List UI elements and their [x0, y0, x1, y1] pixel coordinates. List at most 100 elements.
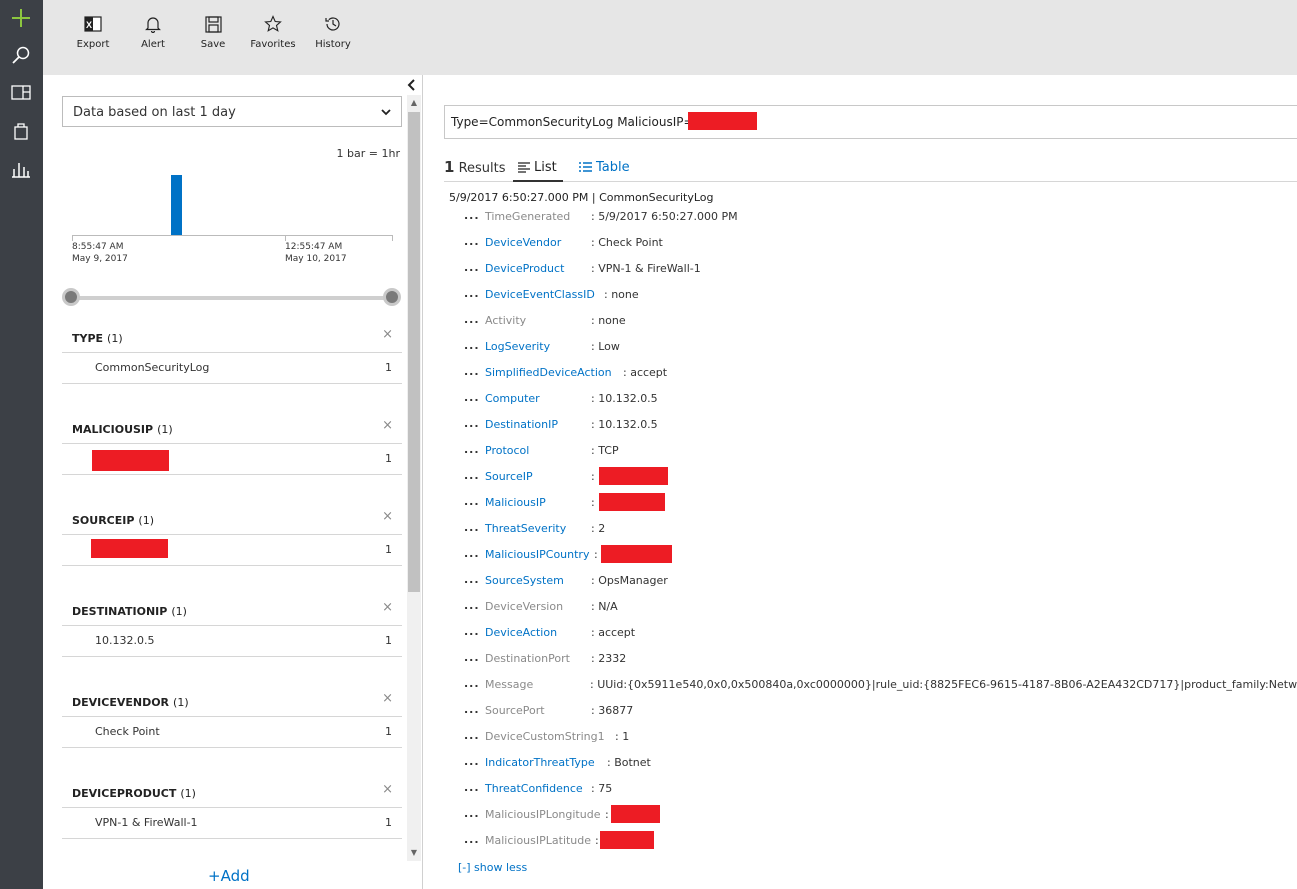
show-less-link[interactable]: [-] show less [458, 861, 527, 874]
more-options-icon[interactable]: ... [464, 651, 480, 664]
field-name[interactable]: MaliciousIP [485, 496, 546, 509]
redacted-value[interactable] [91, 539, 168, 558]
solutions-bag-icon[interactable] [9, 119, 33, 143]
x-end-time: 12:55:47 AM [285, 242, 343, 252]
slider-start-handle[interactable] [62, 288, 80, 306]
more-options-icon[interactable]: ... [464, 547, 480, 560]
time-range-dropdown[interactable]: Data based on last 1 day [62, 96, 402, 127]
facet-value[interactable]: Check Point [95, 725, 160, 738]
more-options-icon[interactable]: ... [464, 833, 480, 846]
export-button[interactable]: X Export [68, 13, 118, 50]
field-name[interactable]: SimplifiedDeviceAction [485, 366, 612, 379]
favorites-button[interactable]: Favorites [248, 13, 298, 50]
facet-value-count: 1 [385, 725, 392, 738]
filter-panel-scrollbar[interactable]: ▲ ▼ [407, 95, 421, 861]
field-name[interactable]: IndicatorThreatType [485, 756, 595, 769]
more-options-icon[interactable]: ... [464, 287, 480, 300]
tab-list[interactable]: List [518, 160, 557, 175]
field-name[interactable]: DeviceEventClassID [485, 288, 595, 301]
close-icon[interactable]: × [382, 691, 393, 706]
more-options-icon[interactable]: ... [464, 235, 480, 248]
more-options-icon[interactable]: ... [464, 261, 480, 274]
more-options-icon[interactable]: ... [464, 443, 480, 456]
field-name[interactable]: DeviceAction [485, 626, 557, 639]
scroll-thumb[interactable] [408, 112, 420, 592]
field-name[interactable]: DestinationIP [485, 418, 558, 431]
field-row: ... Activity: none [464, 313, 1297, 331]
more-options-icon[interactable]: ... [464, 365, 480, 378]
field-name[interactable]: ThreatSeverity [485, 522, 566, 535]
collapse-panel-button[interactable] [406, 78, 418, 92]
close-icon[interactable]: × [382, 418, 393, 433]
more-options-icon[interactable]: ... [464, 339, 480, 352]
results-label: Results [458, 161, 506, 176]
dashboard-icon[interactable] [9, 81, 33, 105]
field-name[interactable]: Protocol [485, 444, 529, 457]
more-options-icon[interactable]: ... [464, 391, 480, 404]
chart-icon[interactable] [9, 157, 33, 181]
more-options-icon[interactable]: ... [464, 677, 480, 690]
field-row: ... DestinationIP: 10.132.0.5 [464, 417, 1297, 435]
time-range-slider[interactable] [72, 296, 392, 300]
more-options-icon[interactable]: ... [464, 781, 480, 794]
more-options-icon[interactable]: ... [464, 209, 480, 222]
more-options-icon[interactable]: ... [464, 625, 480, 638]
close-icon[interactable]: × [382, 782, 393, 797]
alert-button[interactable]: Alert [128, 13, 178, 50]
more-options-icon[interactable]: ... [464, 313, 480, 326]
facet-count: (1) [180, 787, 196, 800]
more-options-icon[interactable]: ... [464, 807, 480, 820]
field-name[interactable]: DeviceVendor [485, 236, 561, 249]
more-options-icon[interactable]: ... [464, 521, 480, 534]
field-name[interactable]: MaliciousIPCountry [485, 548, 589, 561]
query-text: Type=CommonSecurityLog MaliciousIP=' [451, 115, 697, 129]
close-icon[interactable]: × [382, 509, 393, 524]
field-name[interactable]: Computer [485, 392, 540, 405]
facet-value[interactable]: VPN-1 & FireWall-1 [95, 816, 198, 829]
field-name[interactable]: SourceIP [485, 470, 533, 483]
redacted-value[interactable] [92, 450, 169, 471]
facet-value[interactable]: CommonSecurityLog [95, 361, 209, 374]
more-options-icon[interactable]: ... [464, 495, 480, 508]
more-options-icon[interactable]: ... [464, 417, 480, 430]
close-icon[interactable]: × [382, 327, 393, 342]
histogram-bar[interactable] [170, 175, 182, 235]
add-facet-button[interactable]: +Add [208, 867, 250, 885]
more-options-icon[interactable]: ... [464, 755, 480, 768]
field-value: : none [591, 314, 626, 327]
tab-table-label: Table [596, 160, 630, 175]
redacted-value [599, 467, 668, 485]
field-value: : [591, 470, 595, 483]
more-options-icon[interactable]: ... [464, 573, 480, 586]
svg-text:X: X [86, 20, 92, 30]
facet-value[interactable]: 10.132.0.5 [95, 634, 154, 647]
list-icon [518, 162, 530, 173]
scroll-up-icon[interactable]: ▲ [408, 97, 420, 109]
field-name[interactable]: DeviceProduct [485, 262, 564, 275]
facet-title: DEVICEVENDOR [72, 696, 170, 709]
facet-title: MALICIOUSIP [72, 423, 154, 436]
field-name: Message [485, 678, 534, 691]
tab-table[interactable]: Table [579, 160, 630, 175]
floppy-icon [203, 13, 223, 35]
plus-icon[interactable] [9, 6, 33, 30]
search-query-input[interactable]: Type=CommonSecurityLog MaliciousIP=' [444, 105, 1297, 139]
more-options-icon[interactable]: ... [464, 469, 480, 482]
field-name[interactable]: LogSeverity [485, 340, 550, 353]
results-count: 1 Results [444, 158, 506, 176]
history-clock-icon [323, 13, 343, 35]
more-options-icon[interactable]: ... [464, 703, 480, 716]
close-icon[interactable]: × [382, 600, 393, 615]
redacted-query-value [688, 112, 757, 130]
search-icon[interactable] [9, 43, 33, 67]
history-button[interactable]: History [308, 13, 358, 50]
save-button[interactable]: Save [188, 13, 238, 50]
scroll-down-icon[interactable]: ▼ [408, 847, 420, 859]
field-value: : [591, 496, 595, 509]
field-row: ... LogSeverity: Low [464, 339, 1297, 357]
slider-end-handle[interactable] [383, 288, 401, 306]
field-name[interactable]: SourceSystem [485, 574, 564, 587]
more-options-icon[interactable]: ... [464, 599, 480, 612]
more-options-icon[interactable]: ... [464, 729, 480, 742]
field-name[interactable]: ThreatConfidence [485, 782, 583, 795]
